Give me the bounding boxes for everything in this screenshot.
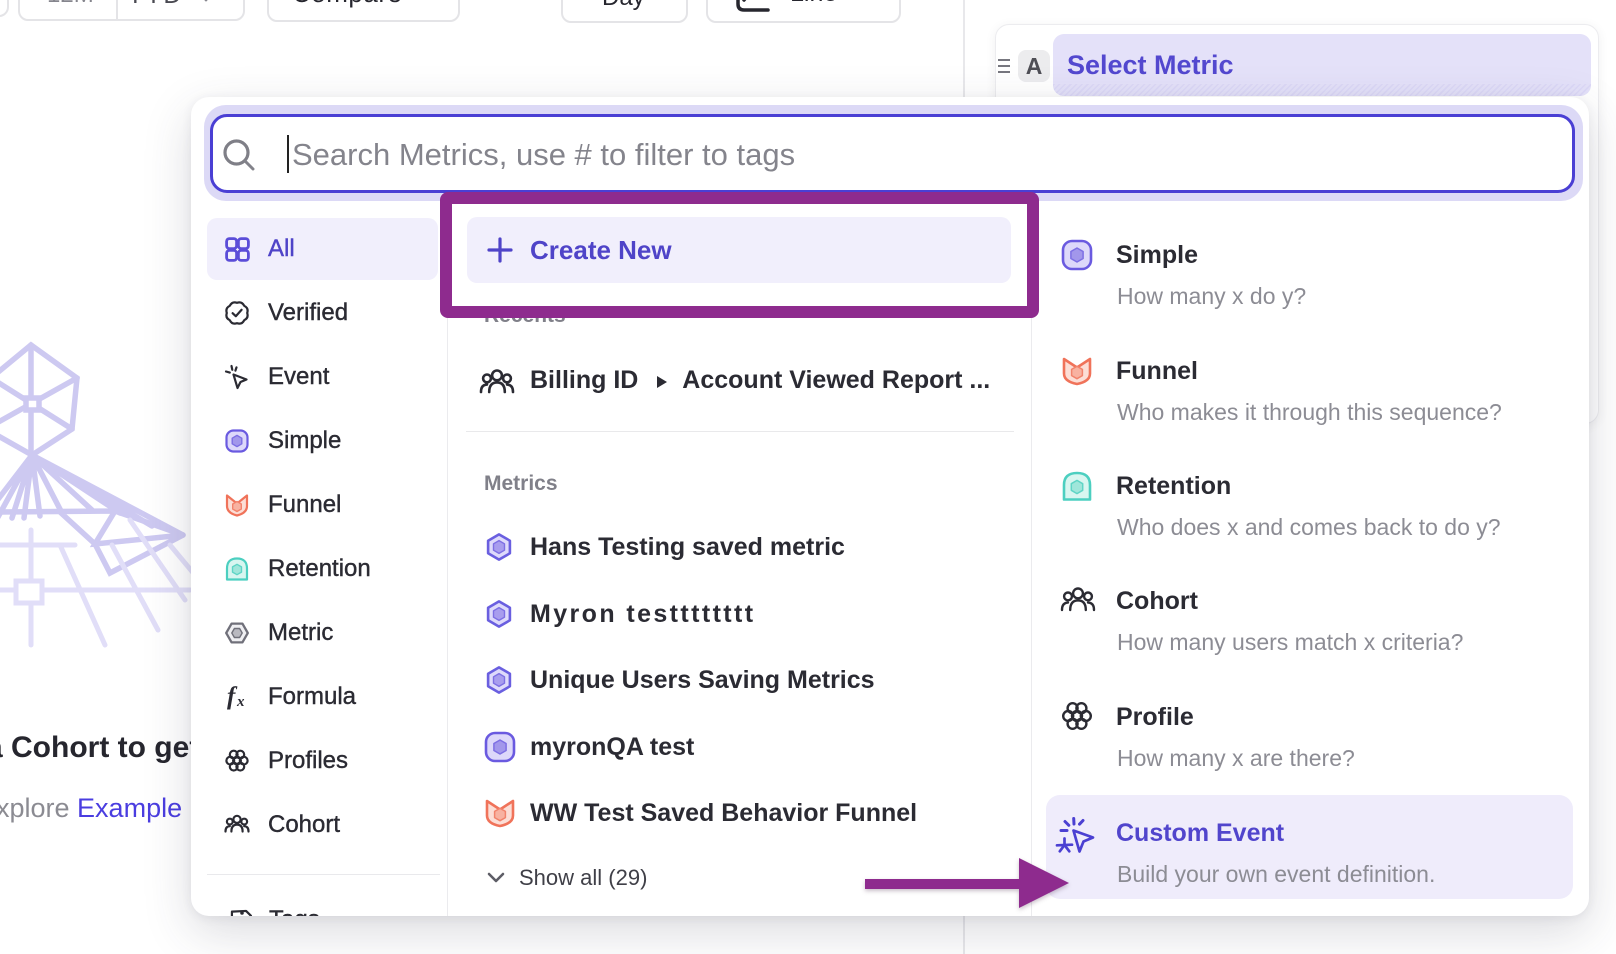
svg-text:x: x bbox=[236, 694, 245, 710]
